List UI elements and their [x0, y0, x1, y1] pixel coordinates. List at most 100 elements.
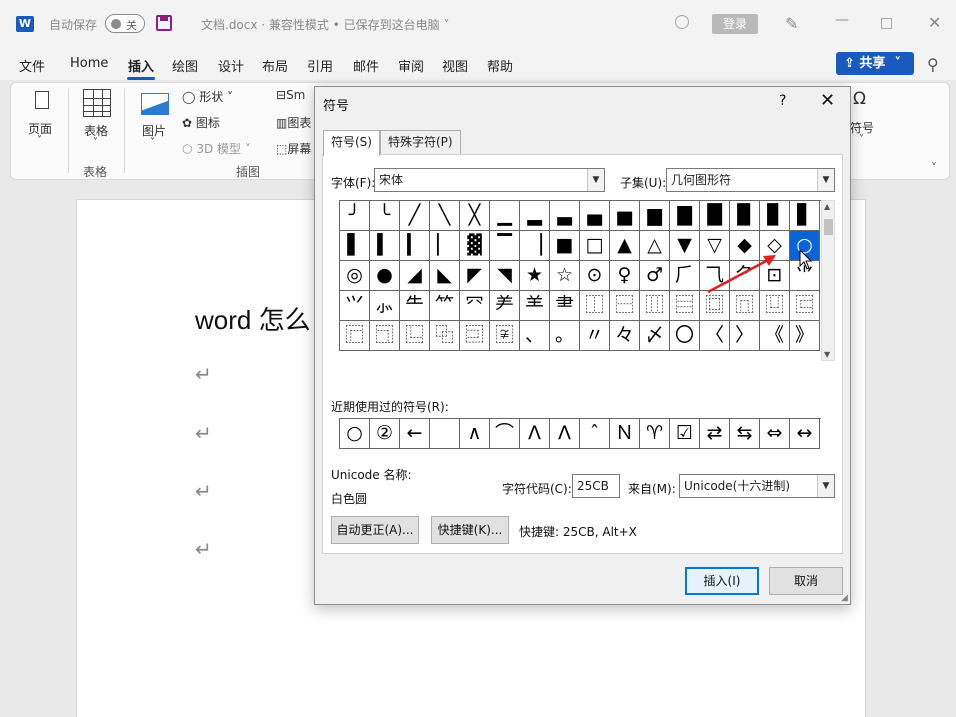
symbol-cell[interactable]: 》	[790, 321, 820, 351]
document-title[interactable]: 文档.docx · 兼容性模式 • 已保存到这台电脑 ˅	[201, 16, 449, 33]
screenshot-button[interactable]: ⬚屏幕	[276, 140, 311, 157]
recent-symbol-cell[interactable]: ②	[370, 419, 400, 449]
smartart-button[interactable]: ⊟Sm	[276, 88, 305, 102]
symbol-cell[interactable]: 〆	[640, 321, 670, 351]
scroll-thumb[interactable]	[824, 219, 833, 235]
symbol-cell[interactable]: ■	[550, 231, 580, 261]
recent-symbol-cell[interactable]: Λ	[550, 419, 580, 449]
dialog-close-button[interactable]: ✕	[820, 90, 835, 111]
symbol-cell[interactable]: ⿻	[430, 321, 460, 351]
symbol-cell[interactable]: ▉	[730, 201, 760, 231]
shortcut-key-button[interactable]: 快捷键(K)...	[431, 516, 509, 544]
symbol-cell[interactable]: ●	[370, 261, 400, 291]
symbol-cell[interactable]: ◤	[460, 261, 490, 291]
comment-icon[interactable]: ⚲	[927, 55, 939, 74]
symbol-cell[interactable]: ▆	[640, 201, 670, 231]
maximize-button[interactable]	[881, 18, 892, 29]
login-button[interactable]: 登录	[712, 14, 758, 34]
symbol-cell[interactable]: ▲	[610, 231, 640, 261]
pen-icon[interactable]: ✎	[785, 14, 798, 33]
symbol-cell[interactable]: ⺷	[520, 291, 550, 321]
symbol-cell[interactable]: ▓	[460, 231, 490, 261]
share-button[interactable]: ⇪ 共享 ˅	[836, 52, 914, 75]
symbol-cell[interactable]: ◣	[430, 261, 460, 291]
symbol-cell[interactable]: 〇	[670, 321, 700, 351]
menu-home[interactable]: Home	[70, 56, 108, 71]
menu-references[interactable]: 引用	[307, 56, 333, 75]
symbol-cell[interactable]: 〃	[580, 321, 610, 351]
symbol-cell[interactable]: █	[700, 201, 730, 231]
menu-review[interactable]: 审阅	[398, 56, 424, 75]
symbol-cell[interactable]: ▊	[760, 201, 790, 231]
symbol-cell[interactable]: ⿲	[640, 291, 670, 321]
symbol-cell[interactable]: 、	[520, 321, 550, 351]
symbol-cell[interactable]: ▔	[490, 231, 520, 261]
document-heading[interactable]: word 怎么	[195, 300, 311, 337]
symbol-cell[interactable]: △	[640, 231, 670, 261]
font-select[interactable]: 宋体 ▼	[374, 168, 605, 192]
menu-design[interactable]: 设计	[218, 56, 244, 75]
tab-symbols[interactable]: 符号(S)	[323, 130, 380, 156]
symbol-cell[interactable]: ╰	[370, 201, 400, 231]
icons-button[interactable]: ✿ 图标	[182, 114, 220, 131]
picture-icon[interactable]	[141, 93, 169, 115]
symbol-cell[interactable]: ▕	[520, 231, 550, 261]
recent-symbol-cell[interactable]: ∧	[460, 419, 490, 449]
symbol-cell[interactable]: ⿶	[760, 291, 790, 321]
recent-symbol-cell[interactable]: ○	[340, 419, 370, 449]
symbol-cell[interactable]: ⿺	[400, 321, 430, 351]
symbol-cell[interactable]: ⺗	[370, 291, 400, 321]
symbol-cell[interactable]: ▼	[670, 231, 700, 261]
picture-dropdown-icon[interactable]: ˅	[150, 137, 155, 148]
symbol-cell[interactable]: ◢	[400, 261, 430, 291]
symbol-cell[interactable]: ▄	[580, 201, 610, 231]
3d-model-button[interactable]: ⬡ 3D 模型 ˅	[182, 140, 251, 157]
symbol-cell[interactable]: 。	[550, 321, 580, 351]
symbol-cell[interactable]: ╱	[400, 201, 430, 231]
chevron-down-icon[interactable]: ▼	[817, 169, 834, 191]
symbol-cell[interactable]: ⿱	[610, 291, 640, 321]
symbol-cell[interactable]: ◥	[490, 261, 520, 291]
subset-select[interactable]: 几何图形符 ▼	[666, 168, 835, 192]
ribbon-expand-icon[interactable]: ˅	[931, 161, 937, 175]
recent-symbol-cell[interactable]: ↔	[790, 419, 820, 449]
recent-symbol-cell[interactable]: Ｎ	[610, 419, 640, 449]
page-icon[interactable]	[35, 91, 49, 109]
symbol-cell[interactable]: ♂	[640, 261, 670, 291]
symbol-cell[interactable]: ⿹	[370, 321, 400, 351]
recent-symbol-cell[interactable]: ♈	[640, 419, 670, 449]
symbol-cell[interactable]: 〉	[730, 321, 760, 351]
symbol-cell[interactable]: ╳	[460, 201, 490, 231]
symbol-cell[interactable]: ⿴	[700, 291, 730, 321]
insert-button[interactable]: 插入(I)	[685, 567, 759, 595]
table-icon[interactable]	[83, 89, 111, 117]
omega-icon[interactable]: Ω	[853, 89, 866, 109]
symbol-cell[interactable]: ⿷	[790, 291, 820, 321]
scroll-down-icon[interactable]: ▼	[824, 350, 830, 359]
symbol-cell[interactable]: ▏	[430, 231, 460, 261]
symbol-cell[interactable]: ⺻	[550, 291, 580, 321]
symbol-cell[interactable]: 〾	[490, 321, 520, 351]
symbol-cell[interactable]: ⿵	[730, 291, 760, 321]
symbol-cell[interactable]: ⺶	[490, 291, 520, 321]
symbol-cell[interactable]: ☆	[550, 261, 580, 291]
symbol-cell[interactable]: 〈	[700, 321, 730, 351]
symbol-cell[interactable]: ⺧	[400, 291, 430, 321]
shapes-button[interactable]: ◯ 形状 ˅	[182, 88, 233, 105]
menu-file[interactable]: 文件	[19, 56, 45, 75]
symbol-cell[interactable]: ▃	[550, 201, 580, 231]
symbol-cell[interactable]: ▁	[490, 201, 520, 231]
menu-help[interactable]: 帮助	[487, 56, 513, 75]
symbol-cell[interactable]: ♀	[610, 261, 640, 291]
tab-special-characters[interactable]: 特殊字符(P)	[380, 130, 461, 155]
symbol-cell[interactable]: ╯	[340, 201, 370, 231]
charcode-input[interactable]: 25CB	[572, 474, 620, 498]
symbol-cell[interactable]: ⺍	[340, 291, 370, 321]
menu-view[interactable]: 视图	[442, 56, 468, 75]
symbol-cell[interactable]: ╲	[430, 201, 460, 231]
close-window-button[interactable]: ✕	[928, 13, 941, 32]
recent-symbol-cell[interactable]: ☑	[670, 419, 700, 449]
recent-symbol-cell[interactable]: ˆ	[580, 419, 610, 449]
symbol-cell[interactable]: ⺮	[430, 291, 460, 321]
chart-button[interactable]: ▥图表	[276, 114, 311, 131]
